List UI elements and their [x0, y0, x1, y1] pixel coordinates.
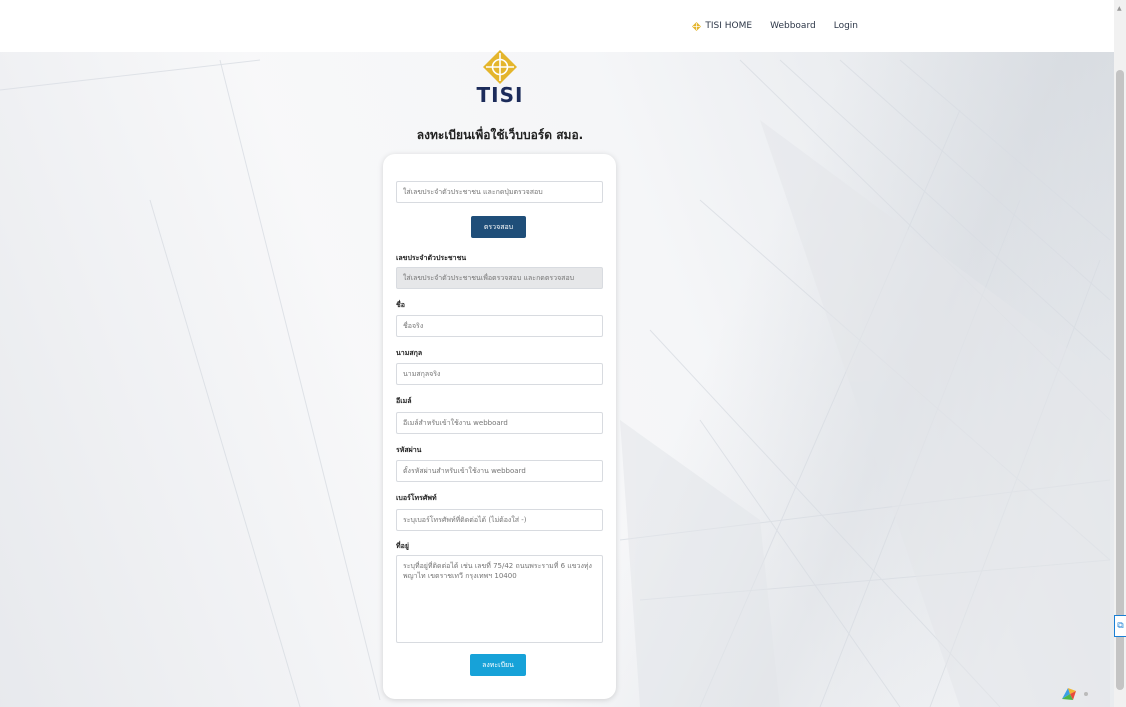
- firstname-field[interactable]: [396, 315, 603, 337]
- page-title: ลงทะเบียนเพื่อใช้เว็บบอร์ด สมอ.: [416, 128, 584, 142]
- tisi-emblem-icon: [483, 50, 517, 84]
- top-navigation: TISI HOME Webboard Login: [0, 0, 1114, 52]
- nav-link-webboard[interactable]: Webboard: [770, 21, 816, 31]
- page-scrollbar[interactable]: ▲: [1114, 0, 1126, 707]
- side-widget-icon[interactable]: ⧉: [1114, 615, 1126, 637]
- id-search-input[interactable]: [396, 181, 603, 203]
- password-label: รหัสผ่าน: [396, 446, 422, 454]
- address-textarea[interactable]: [396, 555, 603, 643]
- nav-label-webboard: Webboard: [770, 21, 816, 31]
- phone-field[interactable]: [396, 509, 603, 531]
- nav-link-tisi-home[interactable]: TISI HOME: [692, 21, 752, 31]
- check-id-button[interactable]: ตรวจสอบ: [471, 216, 526, 238]
- id-number-field: [396, 267, 603, 289]
- register-submit-button[interactable]: ลงทะเบียน: [470, 654, 526, 676]
- nav-label-tisi-home: TISI HOME: [705, 21, 753, 31]
- id-number-label: เลขประจำตัวประชาชน: [396, 254, 467, 262]
- corner-widget[interactable]: [1060, 683, 1112, 705]
- phone-label: เบอร์โทรศัพท์: [396, 494, 437, 502]
- tisi-logo-icon: [692, 21, 702, 31]
- lastname-field[interactable]: [396, 363, 603, 385]
- nav-label-login: Login: [833, 21, 858, 31]
- widget-dot: [1084, 692, 1088, 696]
- scroll-up-arrow-icon[interactable]: ▲: [1117, 6, 1123, 12]
- logo-wordmark: TISI: [476, 83, 524, 107]
- firstname-label: ชื่อ: [396, 301, 405, 309]
- password-field[interactable]: [396, 460, 603, 482]
- lastname-label: นามสกุล: [396, 349, 423, 357]
- colorful-bird-icon[interactable]: [1060, 685, 1078, 703]
- email-field[interactable]: [396, 412, 603, 434]
- scroll-thumb[interactable]: [1116, 70, 1124, 690]
- email-label: อีเมล์: [396, 397, 412, 405]
- tisi-logo: TISI: [475, 49, 525, 105]
- address-label: ที่อยู่: [396, 542, 409, 550]
- nav-link-login[interactable]: Login: [834, 21, 858, 31]
- registration-form-card: ตรวจสอบ เลขประจำตัวประชาชน ชื่อ นามสกุล …: [383, 154, 616, 699]
